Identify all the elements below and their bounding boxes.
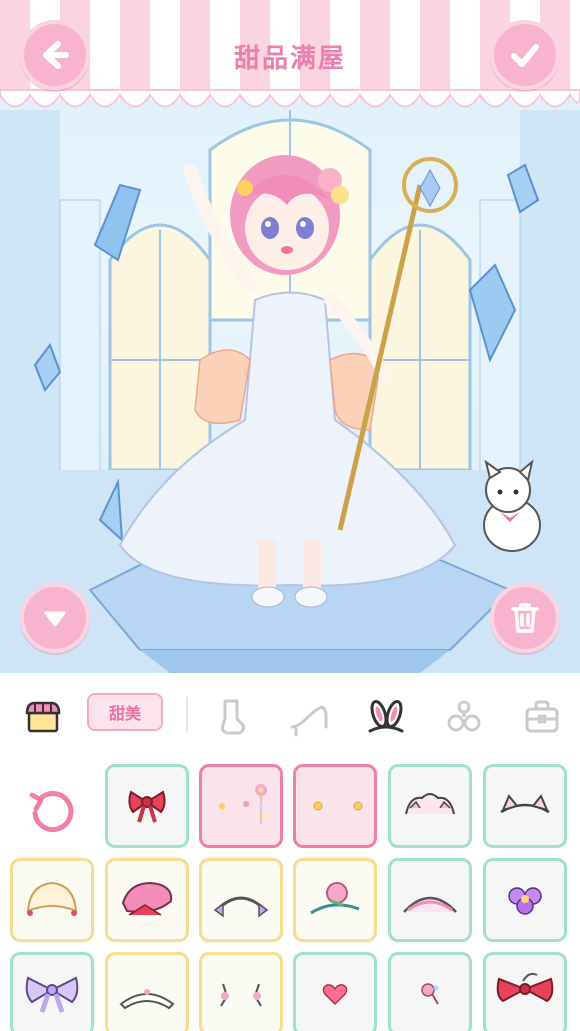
- cat-ear-headband-icon: [500, 794, 550, 814]
- lace-headband-icon: [405, 793, 455, 815]
- trash-icon: [511, 603, 539, 633]
- heel-shoe-icon: [290, 705, 328, 737]
- lollipop-pin-icon: [421, 983, 439, 1005]
- category-accessories[interactable]: [442, 695, 486, 739]
- category-socks[interactable]: [209, 695, 253, 739]
- pink-lace-headband-icon: [403, 896, 457, 913]
- item-tile-selected[interactable]: [293, 764, 377, 848]
- item-tile[interactable]: [105, 952, 189, 1031]
- item-tile[interactable]: [10, 952, 94, 1031]
- red-bow-icon: [128, 790, 166, 823]
- item-tile-selected[interactable]: [199, 764, 283, 848]
- yellow-dots-icon: [313, 801, 363, 811]
- item-tile[interactable]: [293, 858, 377, 942]
- white-tiara-icon: [119, 989, 175, 1010]
- arrow-left-icon: [43, 41, 69, 69]
- item-tile[interactable]: [293, 952, 377, 1031]
- item-tile[interactable]: [105, 858, 189, 942]
- sock-icon: [221, 699, 245, 735]
- category-headwear[interactable]: [364, 695, 408, 739]
- shop-icon: [25, 701, 61, 733]
- pink-clips-icon: [220, 983, 262, 1007]
- category-bags[interactable]: [520, 695, 564, 739]
- item-grid: [0, 757, 580, 1031]
- game-scene: 甜品满屋: [0, 0, 580, 673]
- item-tile[interactable]: [483, 764, 567, 848]
- category-shop[interactable]: [21, 695, 65, 739]
- flower-accessory-icon: [447, 700, 481, 732]
- item-tile[interactable]: [388, 764, 472, 848]
- item-tile[interactable]: [483, 858, 567, 942]
- page-title: 甜品满屋: [233, 44, 346, 74]
- category-shoes[interactable]: [288, 695, 332, 739]
- purple-flower-icon: [508, 887, 542, 915]
- bag-icon: [525, 700, 559, 733]
- rose-headband-icon: [310, 882, 360, 915]
- item-tile[interactable]: [199, 858, 283, 942]
- pink-beret-icon: [121, 881, 173, 916]
- cream-bonnet-icon: [26, 881, 78, 916]
- item-tile[interactable]: [105, 764, 189, 848]
- lavender-bow-icon: [25, 976, 79, 1013]
- flower-hairpin-icon: [219, 784, 267, 824]
- item-tile[interactable]: [199, 952, 283, 1031]
- delete-button[interactable]: [490, 583, 560, 653]
- reset-icon: [29, 791, 74, 832]
- collapse-button[interactable]: [20, 583, 90, 653]
- triangle-down-icon: [44, 611, 66, 627]
- style-filter-chip[interactable]: 甜美: [87, 693, 163, 731]
- category-bar: 甜美: [0, 673, 580, 757]
- heart-pin-icon: [322, 984, 348, 1006]
- confirm-button[interactable]: [490, 20, 560, 90]
- bow-headband-icon: [213, 896, 269, 918]
- item-tile[interactable]: [388, 858, 472, 942]
- item-tile[interactable]: [388, 952, 472, 1031]
- item-tile[interactable]: [10, 858, 94, 942]
- red-ribbon-icon: [496, 972, 554, 1003]
- toolbar-divider: [186, 697, 188, 733]
- back-button[interactable]: [20, 20, 90, 90]
- item-tile[interactable]: [483, 952, 567, 1031]
- check-icon: [511, 44, 539, 67]
- reset-button[interactable]: [22, 781, 82, 841]
- bunny-ears-icon: [368, 699, 404, 733]
